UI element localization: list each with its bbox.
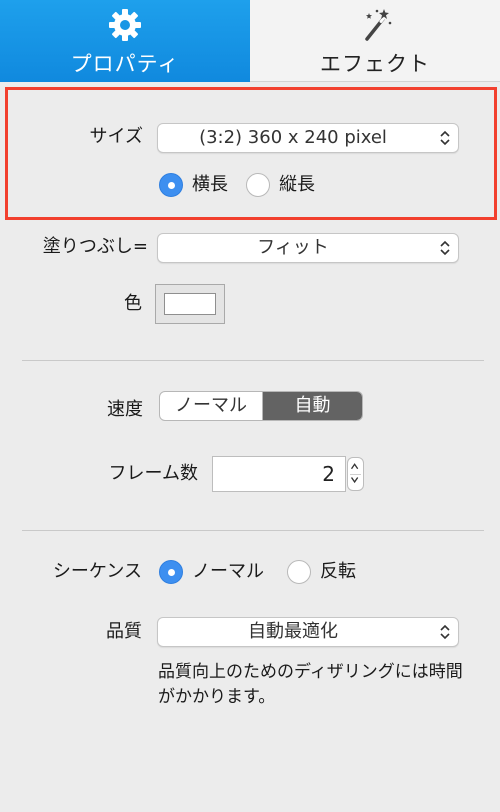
orientation-landscape-radio[interactable] [159, 173, 183, 197]
color-label: 色 [124, 293, 142, 314]
orientation-portrait-radio[interactable] [246, 173, 270, 197]
tab-effect[interactable]: エフェクト [250, 0, 500, 82]
orientation-portrait-label: 縦長 [279, 174, 315, 195]
gear-icon [109, 9, 141, 41]
divider [22, 360, 484, 361]
chevron-updown-icon [440, 624, 450, 640]
quality-value: 自動最適化 [248, 621, 338, 642]
frames-stepper[interactable] [347, 457, 364, 491]
chevron-updown-icon [440, 240, 450, 256]
highlight-box [5, 87, 497, 220]
speed-option-normal[interactable]: ノーマル [160, 392, 263, 420]
speed-option-auto[interactable]: 自動 [263, 392, 362, 420]
quality-note: 品質向上のためのディザリングには時間がかかります。 [158, 662, 463, 707]
divider [22, 530, 484, 531]
speed-segmented-control: ノーマル 自動 [159, 391, 363, 421]
quality-popup[interactable]: 自動最適化 [157, 617, 459, 647]
tab-properties[interactable]: プロパティ [0, 0, 250, 82]
magic-wand-icon [365, 9, 392, 41]
fill-popup[interactable]: フィット [157, 233, 459, 263]
fill-label: 塗りつぶし= [42, 236, 148, 257]
sequence-normal-label: ノーマル [192, 561, 264, 582]
color-well[interactable] [155, 284, 225, 324]
quality-label: 品質 [106, 621, 142, 642]
chevron-updown-icon [440, 130, 450, 146]
fill-value: フィット [257, 237, 329, 258]
size-value: (3:2) 360 x 240 pixel [199, 127, 387, 148]
sequence-reverse-label: 反転 [320, 561, 356, 582]
frames-label: フレーム数 [108, 463, 198, 484]
stepper-divider [350, 474, 361, 475]
speed-label: 速度 [107, 399, 143, 420]
sequence-reverse-radio[interactable] [287, 560, 311, 584]
color-swatch [164, 293, 216, 315]
tab-effect-label: エフェクト [320, 52, 430, 76]
sequence-normal-radio[interactable] [159, 560, 183, 584]
size-popup[interactable]: (3:2) 360 x 240 pixel [157, 123, 459, 153]
tab-properties-label: プロパティ [70, 52, 180, 76]
orientation-landscape-label: 横長 [192, 174, 228, 195]
tab-bar: プロパティ エフェクト [0, 0, 500, 82]
frames-input[interactable]: 2 [212, 456, 346, 492]
sequence-label: シーケンス [52, 561, 142, 582]
size-label: サイズ [89, 126, 143, 147]
